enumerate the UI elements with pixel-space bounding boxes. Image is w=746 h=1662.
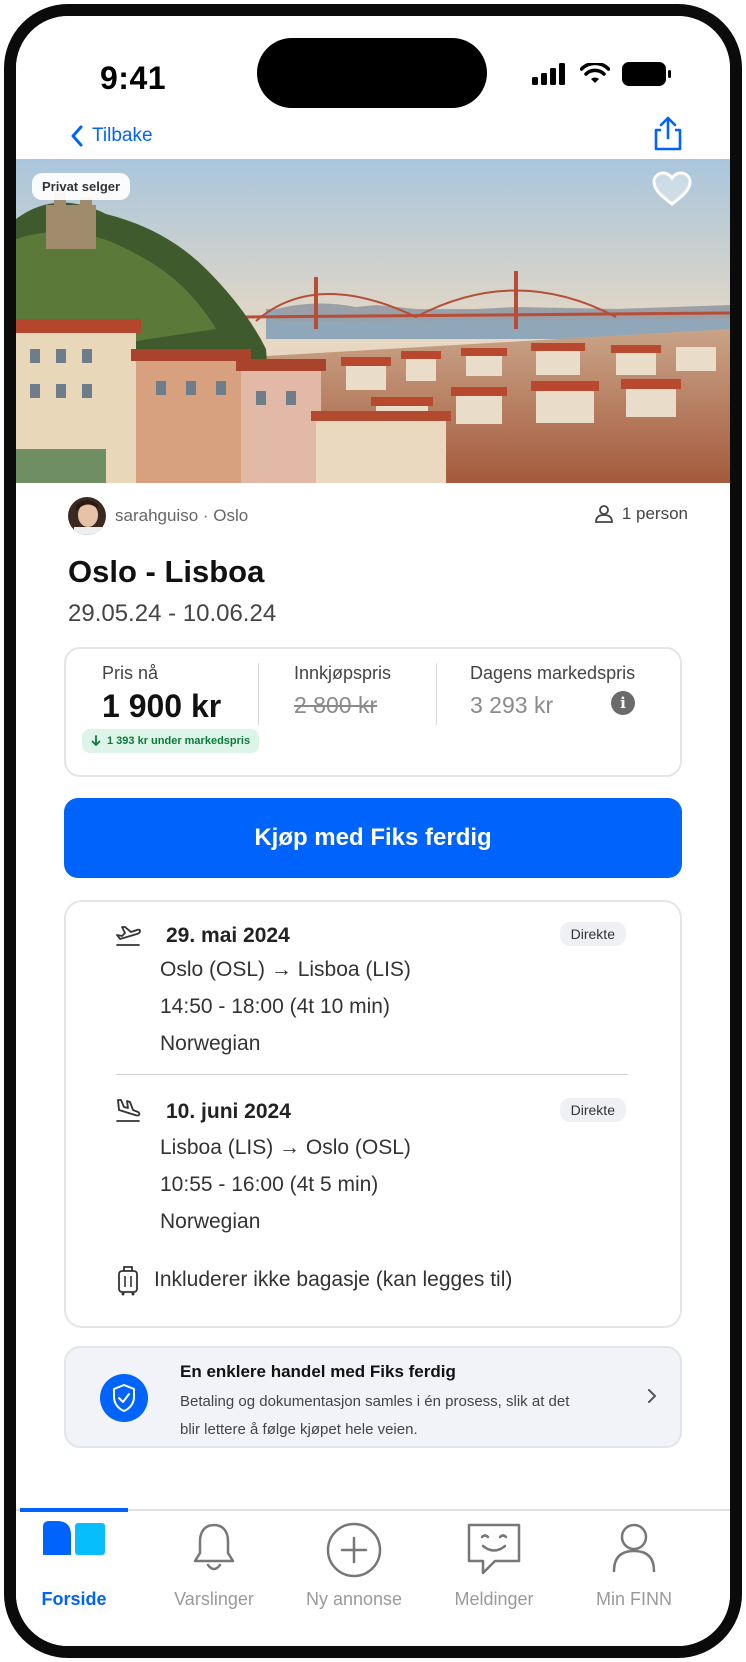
purchase-price: Innkjøpspris 2 800 kr: [294, 663, 391, 719]
tab-forside[interactable]: Forside: [16, 1511, 144, 1621]
bell-icon: [193, 1523, 235, 1571]
dynamic-island: [257, 38, 487, 108]
shield-check-icon: [113, 1384, 135, 1412]
tab-meldinger[interactable]: Meldinger: [424, 1511, 564, 1621]
listing-photo[interactable]: Privat selger: [16, 159, 730, 483]
page-title: Oslo - Lisboa: [68, 554, 265, 589]
avatar-image: [68, 497, 106, 535]
price-now: Pris nå 1 900 kr: [102, 663, 221, 725]
luggage-icon: [118, 1266, 138, 1296]
person-count-label: 1 person: [621, 504, 688, 523]
person-count: 1 person: [594, 504, 688, 524]
outbound-airline: Norwegian: [160, 1032, 261, 1055]
promo-text: Betaling og dokumentasjon samles i én pr…: [180, 1393, 570, 1438]
chevron-right-icon: [648, 1389, 656, 1403]
tab-ny-annonse[interactable]: Ny annonse: [284, 1511, 424, 1621]
person-icon: [612, 1523, 656, 1573]
favorite-button[interactable]: [652, 171, 692, 212]
info-icon[interactable]: i: [611, 691, 635, 715]
chat-icon: [467, 1523, 521, 1575]
purchase-price-value: 2 800 kr: [294, 692, 378, 718]
price-divider: [436, 663, 437, 725]
tab-label: Ny annonse: [305, 1589, 403, 1609]
plus-circle-icon: [326, 1522, 382, 1578]
avatar[interactable]: [68, 497, 106, 535]
buy-button[interactable]: Kjøp med Fiks ferdig: [64, 798, 682, 878]
promo-title: En enklere handel med Fiks ferdig: [180, 1362, 456, 1381]
screen: 9:41 Tilbake Privat selger sarahguiso · …: [16, 16, 730, 1646]
back-label: Tilbake: [92, 125, 153, 146]
heart-icon: [652, 171, 692, 206]
signal-icon: [532, 63, 565, 85]
price-now-value: 1 900 kr: [102, 688, 222, 724]
tab-label: Forside: [41, 1589, 107, 1609]
takeoff-icon: [116, 926, 141, 946]
phone-frame: 9:41 Tilbake Privat selger sarahguiso · …: [4, 4, 742, 1658]
battery-icon: [622, 62, 671, 86]
outbound-date: 29. mai 2024: [166, 924, 290, 947]
status-bar: 9:41: [16, 16, 730, 126]
status-icons: [532, 62, 672, 86]
price-card: Pris nå 1 900 kr Innkjøpspris 2 800 kr D…: [64, 647, 682, 777]
purchase-price-label: Innkjøpspris: [294, 663, 392, 683]
private-seller-badge: Privat selger: [32, 173, 131, 200]
seller-row: sarahguiso · Oslo 1 person: [68, 496, 688, 536]
share-icon: [654, 116, 682, 151]
back-button[interactable]: Tilbake: [68, 124, 153, 148]
arrow-down-icon: [91, 735, 101, 746]
inbound-airline: Norwegian: [160, 1210, 261, 1233]
price-now-label: Pris nå: [102, 663, 159, 683]
wifi-icon: [580, 63, 610, 83]
inbound-route: Lisboa (LIS) → Oslo (OSL): [160, 1136, 411, 1159]
lisbon-cityscape-image: [16, 159, 730, 483]
seller-name-location[interactable]: sarahguiso · Oslo: [115, 506, 248, 526]
tab-label: Meldinger: [454, 1589, 534, 1609]
price-divider: [258, 663, 259, 725]
person-icon: [594, 505, 613, 523]
share-button[interactable]: [652, 116, 684, 157]
market-price: Dagens markedspris 3 293 kr: [470, 663, 635, 719]
tab-bar: Forside Varslinger Ny annonse Meldinger: [16, 1508, 730, 1646]
outbound-time: 14:50 - 18:00 (4t 10 min): [160, 995, 390, 1018]
inbound-time: 10:55 - 16:00 (4t 5 min): [160, 1173, 379, 1196]
inbound-date: 10. juni 2024: [166, 1100, 291, 1123]
direct-badge: Direkte: [559, 922, 626, 946]
baggage-row: Inkluderer ikke bagasje (kan legges til): [116, 1264, 512, 1296]
direct-badge: Direkte: [559, 1098, 626, 1122]
fiks-ferdig-info-card[interactable]: En enklere handel med Fiks ferdig Betali…: [64, 1346, 682, 1448]
status-time: 9:41: [100, 60, 167, 96]
outbound-route: Oslo (OSL) → Lisboa (LIS): [160, 958, 411, 981]
landing-icon: [116, 1099, 141, 1122]
travel-dates: 29.05.24 - 10.06.24: [68, 600, 277, 627]
home-icon: [43, 1521, 105, 1555]
chevron-left-icon: [71, 125, 83, 147]
tab-varslinger[interactable]: Varslinger: [144, 1511, 284, 1621]
below-market-badge: 1 393 kr under markedspris: [82, 729, 260, 753]
below-market-text: 1 393 kr under markedspris: [107, 735, 251, 747]
leg-divider: [116, 1074, 628, 1075]
tab-label: Min FINN: [596, 1589, 672, 1609]
flight-details-card: 29. mai 2024 Direkte Oslo (OSL) → Lisboa…: [64, 900, 682, 1328]
market-price-label: Dagens markedspris: [470, 663, 636, 683]
baggage-text: Inkluderer ikke bagasje (kan legges til): [154, 1268, 513, 1291]
tab-min-finn[interactable]: Min FINN: [564, 1511, 704, 1621]
shield-icon: [100, 1374, 148, 1422]
tab-label: Varslinger: [174, 1589, 254, 1609]
